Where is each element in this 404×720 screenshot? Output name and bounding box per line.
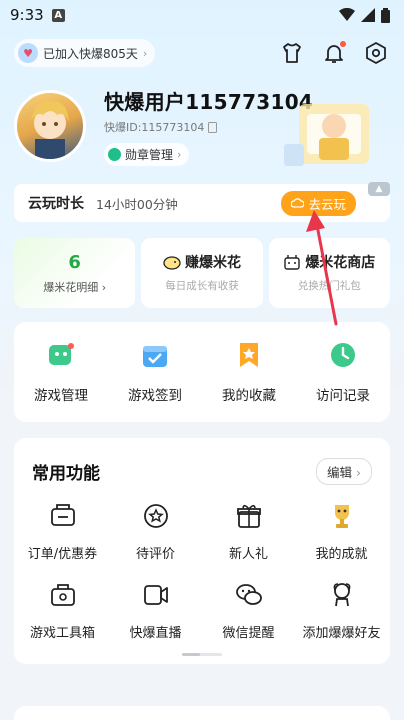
- func-label: 我的成就: [315, 547, 368, 562]
- settings-hexagon-icon[interactable]: [364, 41, 388, 65]
- shop-icon: [284, 255, 301, 270]
- func-wechat-reminder[interactable]: 微信提醒: [202, 580, 295, 641]
- status-bar: 9:33 A: [0, 0, 404, 30]
- favorite-icon: [240, 343, 258, 367]
- chevron-right-icon: ›: [356, 465, 361, 480]
- func-label: 新人礼: [228, 547, 268, 562]
- cloud-icon: [291, 198, 305, 208]
- earn-popcorn-card[interactable]: 赚爆米花 每日成长有收获: [141, 238, 263, 308]
- cloud-play-title: 云玩时长: [28, 196, 84, 212]
- toolbox-icon: [50, 584, 75, 606]
- user-id: 快爆ID:115773104: [104, 121, 205, 134]
- func-achievements[interactable]: 我的成就: [295, 501, 388, 562]
- func-label: 微信提醒: [222, 626, 275, 641]
- popcorn-detail-label: 爆米花明细: [43, 281, 99, 294]
- live-icon: [143, 585, 168, 605]
- shortcut-label: 访问记录: [316, 388, 370, 404]
- func-label: 添加爆爆好友: [302, 626, 381, 641]
- earn-popcorn-title: 赚爆米花: [184, 255, 241, 271]
- badge-management-button[interactable]: 勋章管理 ›: [104, 143, 190, 166]
- chevron-right-icon: ›: [142, 46, 148, 60]
- profile-section: 快爆用户115773104 快爆ID:115773104 勋章管理 ›: [0, 76, 404, 182]
- func-live-stream[interactable]: 快爆直播: [109, 580, 202, 641]
- func-orders-coupons[interactable]: 订单/优惠券: [16, 501, 109, 562]
- checkin-icon: [143, 346, 167, 367]
- func-label: 待评价: [135, 547, 175, 562]
- signal-icon: [361, 8, 375, 22]
- shortcuts-card: 游戏管理 游戏签到 我的收藏 访问记录: [14, 322, 390, 422]
- shortcut-label: 游戏管理: [34, 388, 88, 404]
- next-section-card: [14, 706, 390, 720]
- app-indicator-icon: A: [51, 8, 65, 22]
- cloud-play-card: 云玩时长 14小时00分钟 去云玩 ▲: [14, 182, 390, 222]
- func-pending-review[interactable]: 待评价: [109, 501, 202, 562]
- go-cloud-play-button[interactable]: 去云玩: [281, 190, 356, 216]
- go-cloud-play-label: 去云玩: [308, 196, 346, 212]
- common-functions-card: 常用功能 编辑 › 订单/优惠券 待评价 新人礼 我的成就 游戏工具箱 快爆直播…: [14, 438, 390, 664]
- func-add-friend[interactable]: 添加爆爆好友: [295, 580, 388, 641]
- shortcut-favorites[interactable]: 我的收藏: [209, 340, 289, 404]
- popcorn-shop-title: 爆米花商店: [305, 255, 376, 271]
- edit-label: 编辑: [327, 465, 353, 480]
- popcorn-balance-value: 6: [68, 252, 81, 273]
- wifi-icon: [339, 8, 355, 21]
- cloud-play-duration: 14小时00分钟: [96, 196, 178, 212]
- func-label: 游戏工具箱: [29, 626, 95, 641]
- add-friend-icon: [333, 583, 350, 607]
- earn-popcorn-subtitle: 每日成长有收获: [165, 280, 239, 292]
- func-label: 订单/优惠券: [27, 547, 98, 562]
- calendar-heart-icon: ♥: [18, 43, 38, 63]
- shortcut-label: 游戏签到: [128, 388, 182, 404]
- shortcut-game-manage[interactable]: 游戏管理: [21, 340, 101, 404]
- badge-hexagon-icon: [108, 148, 121, 161]
- header-illustration-icon: [284, 104, 369, 166]
- status-time: 9:33: [10, 6, 44, 24]
- wechat-icon: [235, 584, 262, 605]
- trophy-icon: [334, 505, 349, 528]
- common-functions-title: 常用功能: [32, 464, 100, 484]
- joined-days-label: 已加入快爆805天: [43, 46, 138, 61]
- history-icon: [331, 343, 355, 367]
- edit-button[interactable]: 编辑 ›: [316, 458, 372, 485]
- badge-management-label: 勋章管理: [125, 148, 174, 162]
- notification-button[interactable]: [322, 41, 346, 65]
- quick-cards: 6 爆米花明细 › 赚爆米花 每日成长有收获 爆米花商店 兑换热门礼包: [14, 238, 390, 308]
- collapse-button[interactable]: ▲: [368, 182, 390, 196]
- chevron-right-icon: ›: [177, 148, 182, 161]
- shirt-icon[interactable]: [280, 41, 304, 65]
- avatar[interactable]: [14, 90, 86, 162]
- popcorn-balance-card[interactable]: 6 爆米花明细 ›: [14, 238, 136, 308]
- popcorn-shop-card[interactable]: 爆米花商店 兑换热门礼包: [268, 238, 390, 308]
- func-newcomer-gift[interactable]: 新人礼: [202, 501, 295, 562]
- shortcut-history[interactable]: 访问记录: [303, 340, 383, 404]
- review-icon: [143, 504, 168, 528]
- shortcut-label: 我的收藏: [222, 388, 276, 404]
- gift-icon: [236, 504, 261, 528]
- chevron-up-icon: ▲: [375, 184, 383, 194]
- page-indicator: [182, 653, 222, 656]
- func-game-toolbox[interactable]: 游戏工具箱: [16, 580, 109, 641]
- popcorn-chick-icon: [163, 256, 181, 270]
- joined-days-pill[interactable]: ♥ 已加入快爆805天 ›: [14, 39, 156, 67]
- avatar-character-image: [31, 100, 69, 159]
- shortcut-game-checkin[interactable]: 游戏签到: [115, 340, 195, 404]
- popcorn-shop-subtitle: 兑换热门礼包: [297, 280, 361, 292]
- game-manage-icon: [49, 343, 74, 365]
- notification-dot: [340, 41, 346, 47]
- battery-icon: [381, 7, 390, 23]
- coupon-icon: [50, 504, 75, 526]
- chevron-right-icon: ›: [101, 281, 107, 294]
- func-label: 快爆直播: [129, 626, 182, 641]
- copy-icon[interactable]: [208, 121, 218, 133]
